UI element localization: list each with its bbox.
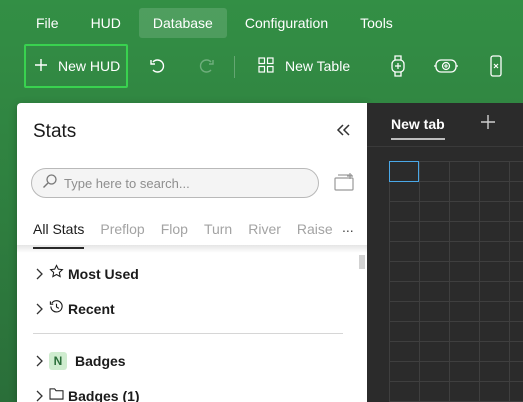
toolbar-separator [234,56,235,78]
chevron-right-icon [33,268,45,280]
badge-n-icon: N [49,352,67,370]
tab-preflop[interactable]: Preflop [100,221,144,245]
menu-hud[interactable]: HUD [77,8,135,38]
star-icon [49,264,64,284]
table-grid[interactable] [389,161,523,402]
scrollbar-thumb[interactable] [359,255,365,269]
table-workspace: New tab [367,103,523,402]
menu-bar: File HUD Database Configuration Tools [22,8,407,38]
plus-icon [34,58,48,75]
redo-icon[interactable] [194,54,218,78]
chevron-right-icon [33,355,45,367]
collapse-panel-icon[interactable] [333,119,355,141]
tree-item-most-used[interactable]: Most Used [33,263,139,285]
stats-search-input[interactable] [64,175,304,191]
tree-label-badges-1: Badges (1) [68,388,140,402]
tab-all-stats[interactable]: All Stats [33,221,85,249]
tree-item-badges[interactable]: N Badges [33,350,126,372]
tree-label-most-used: Most Used [68,266,139,282]
tab-river[interactable]: River [248,221,281,245]
tab-flop[interactable]: Flop [161,221,188,245]
new-table-label: New Table [285,58,351,74]
tree-item-badges-1[interactable]: Badges (1) [33,385,140,402]
tree-label-recent: Recent [68,301,115,317]
phone-icon[interactable] [484,54,508,78]
new-table-button[interactable]: New Table [258,54,350,78]
stats-title: Stats [33,121,77,142]
undo-icon[interactable] [146,54,170,78]
tab-raise[interactable]: Raise [297,221,333,245]
search-icon [42,173,58,194]
menu-tools[interactable]: Tools [346,8,407,38]
add-tab-icon[interactable] [479,113,497,131]
chevron-right-icon [33,390,45,402]
menu-configuration[interactable]: Configuration [231,8,342,38]
stats-search-box [31,168,319,198]
tab-new-tab[interactable]: New tab [391,116,445,140]
menu-database[interactable]: Database [138,8,227,38]
menu-file[interactable]: File [22,8,73,38]
watch-icon[interactable] [386,54,410,78]
header-shadow [17,245,367,253]
new-hud-label: New HUD [58,58,121,74]
chip-icon[interactable] [432,54,460,78]
table-grid-icon [258,56,274,76]
tree-label-badges: Badges [75,353,126,369]
new-hud-button[interactable]: New HUD [24,44,128,88]
tab-strip-divider [367,146,523,147]
tree-item-recent[interactable]: Recent [33,298,115,320]
toolbar: New HUD New Table [24,44,523,88]
tree-divider [33,333,343,334]
stats-tabs: All Stats Preflop Flop Turn River Raise [33,221,349,249]
chevron-right-icon [33,303,45,315]
tabs-more-button[interactable]: ... [342,219,354,235]
add-stat-icon[interactable] [331,172,357,194]
folder-icon [49,387,64,402]
tab-turn[interactable]: Turn [204,221,232,245]
selected-cell[interactable] [389,161,419,182]
stats-panel: Stats All Stats Preflop Flop Turn River … [17,103,367,402]
history-icon [49,299,64,319]
